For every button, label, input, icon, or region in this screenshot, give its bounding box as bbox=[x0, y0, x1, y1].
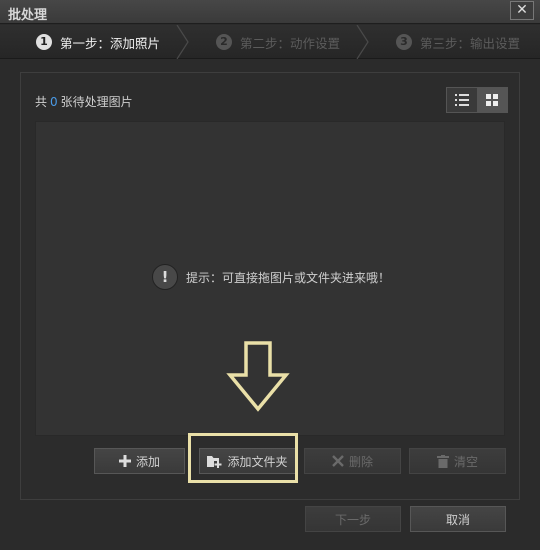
count-prefix: 共 bbox=[35, 95, 48, 109]
count-suffix: 张待处理图片 bbox=[60, 95, 133, 109]
view-mode-toggle bbox=[446, 87, 508, 113]
step-3-label: 第三步：输出设置 bbox=[420, 35, 521, 51]
add-button-label: 添加 bbox=[135, 454, 160, 469]
window-title: 批处理 bbox=[8, 8, 48, 23]
title-bar: 批处理 ✕ bbox=[0, 0, 540, 24]
add-folder-highlight-box bbox=[188, 433, 298, 483]
step-3: 3 第三步：输出设置 bbox=[396, 25, 520, 59]
step-1-number: 1 bbox=[36, 34, 52, 50]
down-arrow-annotation-icon bbox=[226, 341, 290, 412]
delete-button[interactable]: 删除 bbox=[304, 448, 401, 474]
exclamation-icon: ! bbox=[152, 264, 178, 290]
grid-view-icon bbox=[486, 94, 498, 106]
step-1-label: 第一步：添加照片 bbox=[60, 35, 161, 51]
plus-icon bbox=[118, 455, 131, 467]
list-view-icon bbox=[455, 94, 469, 106]
trash-icon bbox=[436, 454, 449, 468]
add-button[interactable]: 添加 bbox=[94, 448, 185, 474]
step-2-number: 2 bbox=[216, 34, 232, 50]
grid-view-button[interactable] bbox=[477, 88, 507, 112]
step-2: 2 第二步：动作设置 bbox=[216, 25, 340, 59]
clear-button[interactable]: 清空 bbox=[409, 448, 506, 474]
delete-button-label: 删除 bbox=[348, 454, 373, 469]
pending-count: 0 bbox=[50, 95, 58, 109]
cancel-button-label: 取消 bbox=[445, 512, 470, 527]
cancel-button[interactable]: 取消 bbox=[410, 506, 506, 532]
x-icon bbox=[332, 455, 344, 467]
next-step-button-label: 下一步 bbox=[334, 512, 371, 527]
chevron-right-icon bbox=[356, 25, 369, 59]
drop-hint: ! 提示：可直接拖图片或文件夹进来哦！ bbox=[152, 264, 390, 290]
chevron-right-icon bbox=[176, 25, 189, 59]
close-button[interactable]: ✕ bbox=[510, 1, 534, 20]
step-bar: 1 第一步：添加照片 2 第二步：动作设置 3 第三步：输出设置 bbox=[0, 25, 540, 59]
list-view-button[interactable] bbox=[447, 88, 477, 112]
next-step-button[interactable]: 下一步 bbox=[305, 506, 401, 532]
step-3-number: 3 bbox=[396, 34, 412, 50]
clear-button-label: 清空 bbox=[453, 454, 478, 469]
step-1: 1 第一步：添加照片 bbox=[36, 25, 160, 59]
drop-hint-text: 提示：可直接拖图片或文件夹进来哦！ bbox=[186, 270, 391, 285]
pending-count-label: 共 0 张待处理图片 bbox=[35, 93, 133, 110]
step-2-label: 第二步：动作设置 bbox=[240, 35, 341, 51]
